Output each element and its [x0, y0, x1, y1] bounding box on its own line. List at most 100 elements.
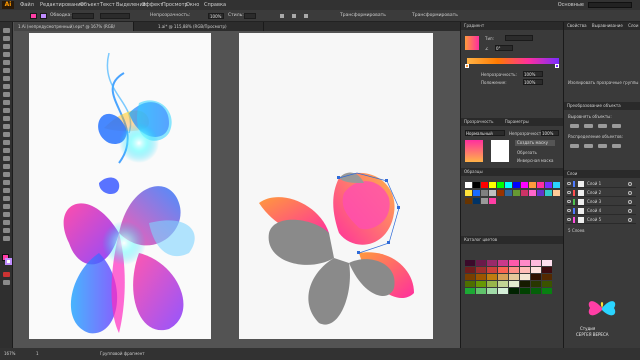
eye-icon[interactable] — [567, 191, 571, 194]
tab-attributes[interactable]: Параметры — [505, 119, 529, 124]
color-guide-swatch[interactable] — [465, 260, 475, 266]
transform-label[interactable]: Трансформировать — [412, 10, 458, 22]
gradient-angle-field[interactable]: 0° — [495, 45, 513, 51]
menu-file[interactable]: Файл — [20, 0, 34, 10]
swatch[interactable] — [545, 190, 552, 196]
blend-mode-dropdown[interactable]: Нормальный — [465, 130, 505, 136]
menu-text[interactable]: Текст — [100, 0, 115, 10]
slice-tool-icon[interactable] — [3, 220, 10, 225]
blend-tool-icon[interactable] — [3, 188, 10, 193]
hand-tool-icon[interactable] — [3, 228, 10, 233]
swatch[interactable] — [497, 190, 504, 196]
swatch[interactable] — [529, 190, 536, 196]
mesh-tool-icon[interactable] — [3, 164, 10, 169]
tab-align[interactable]: Выравнивание — [592, 23, 623, 28]
layer-name[interactable]: Слой 1 — [587, 180, 601, 188]
color-guide-swatch[interactable] — [542, 260, 552, 266]
distribute-icon[interactable] — [584, 144, 593, 148]
pencil-tool-icon[interactable] — [3, 92, 10, 97]
eraser-tool-icon[interactable] — [3, 100, 10, 105]
color-guide-swatch[interactable] — [509, 288, 519, 294]
eye-icon[interactable] — [567, 200, 571, 203]
gradient-type-dropdown[interactable] — [505, 35, 533, 41]
appearance-tab[interactable]: Преобразование объекта — [564, 102, 640, 110]
color-guide-header[interactable]: Каталог цветов — [461, 236, 564, 244]
color-guide-swatch[interactable] — [542, 274, 552, 280]
artboard-work-in-progress[interactable] — [239, 33, 433, 339]
color-guide-swatch[interactable] — [465, 288, 475, 294]
style-dropdown[interactable] — [244, 13, 256, 19]
swatch[interactable] — [513, 190, 520, 196]
color-guide-swatch[interactable] — [487, 274, 497, 280]
tab-document-1[interactable]: 1.Ai (непредусмотренный).eps* @ 167% (RG… — [14, 22, 134, 38]
color-guide-swatch[interactable] — [465, 281, 475, 287]
distribute-icon[interactable] — [598, 144, 607, 148]
tab-properties[interactable]: Свойства — [567, 23, 587, 28]
swatch[interactable] — [481, 182, 488, 188]
color-guide-swatch[interactable] — [487, 260, 497, 266]
line-tool-icon[interactable] — [3, 68, 10, 73]
layer-name[interactable]: Слой 3 — [587, 198, 601, 206]
color-guide-swatch[interactable] — [509, 267, 519, 273]
swatch[interactable] — [505, 182, 512, 188]
mask-thumbnail[interactable] — [491, 140, 509, 162]
color-guide-swatch[interactable] — [520, 288, 530, 294]
target-icon[interactable] — [628, 218, 632, 222]
layer-name[interactable]: Слой 5 — [587, 216, 601, 224]
gradient-panel-header[interactable]: Градиент — [461, 22, 564, 30]
color-guide-swatch[interactable] — [520, 267, 530, 273]
artboard-tool-icon[interactable] — [3, 212, 10, 217]
screen-mode-icon[interactable] — [3, 280, 10, 285]
color-guide-swatch[interactable] — [531, 260, 541, 266]
color-guide-swatch[interactable] — [498, 288, 508, 294]
color-guide-swatch[interactable] — [531, 274, 541, 280]
layer-name[interactable]: Слой 4 — [587, 207, 601, 215]
swatch[interactable] — [529, 182, 536, 188]
color-guide-swatch[interactable] — [476, 260, 486, 266]
color-guide-swatch[interactable] — [498, 274, 508, 280]
make-mask-button[interactable]: Создать маску — [515, 140, 555, 146]
color-guide-swatch[interactable] — [487, 281, 497, 287]
transparency-opacity-field[interactable]: 100% — [541, 130, 559, 136]
gradient-tool-icon[interactable] — [3, 172, 10, 177]
eye-icon[interactable] — [567, 209, 571, 212]
eye-icon[interactable] — [567, 182, 571, 185]
color-guide-swatch[interactable] — [476, 274, 486, 280]
eyedropper-icon[interactable] — [3, 180, 10, 185]
warp-tool-icon[interactable] — [3, 132, 10, 137]
transform-label[interactable]: Трансформировать — [340, 10, 386, 22]
page-number[interactable]: 1 — [36, 348, 39, 360]
swatch[interactable] — [553, 182, 560, 188]
target-icon[interactable] — [628, 200, 632, 204]
swatch[interactable] — [537, 190, 544, 196]
swatch[interactable] — [465, 190, 472, 196]
isolate-checkbox[interactable]: Изолировать прозрачные группы — [568, 80, 640, 85]
color-guide-swatch[interactable] — [509, 281, 519, 287]
gradient-preview[interactable] — [465, 36, 479, 50]
draw-mode-icon[interactable] — [3, 272, 10, 277]
layer-row[interactable]: Слой 1 — [566, 180, 636, 188]
color-guide-swatch[interactable] — [487, 267, 497, 273]
distribute-icon[interactable] — [570, 144, 579, 148]
workspace-switcher[interactable]: Основные — [558, 0, 584, 10]
fill-swatch[interactable] — [30, 13, 37, 19]
swatch[interactable] — [473, 190, 480, 196]
tab-layers[interactable]: Слои — [628, 23, 638, 28]
stroke-weight-field[interactable] — [72, 13, 94, 19]
color-guide-swatch[interactable] — [509, 260, 519, 266]
align-icon[interactable] — [280, 14, 284, 18]
invert-mask-checkbox[interactable]: Инверсная маска — [517, 158, 553, 163]
zoom-tool-icon[interactable] — [3, 236, 10, 241]
pen-tool-icon[interactable] — [3, 52, 10, 57]
swatch[interactable] — [553, 190, 560, 196]
color-guide-swatch[interactable] — [542, 281, 552, 287]
gradient-stop[interactable] — [555, 64, 559, 68]
align-top-icon[interactable] — [612, 124, 621, 128]
swatch[interactable] — [465, 198, 472, 204]
swatch[interactable] — [537, 182, 544, 188]
color-guide-swatch[interactable] — [531, 267, 541, 273]
color-guide-swatch[interactable] — [520, 260, 530, 266]
layer-row[interactable]: Слой 3 — [566, 198, 636, 206]
tab-document-2[interactable]: 1.ai* @ 115,88% (RGB/Просмотр) — [154, 22, 264, 31]
target-icon[interactable] — [628, 182, 632, 186]
